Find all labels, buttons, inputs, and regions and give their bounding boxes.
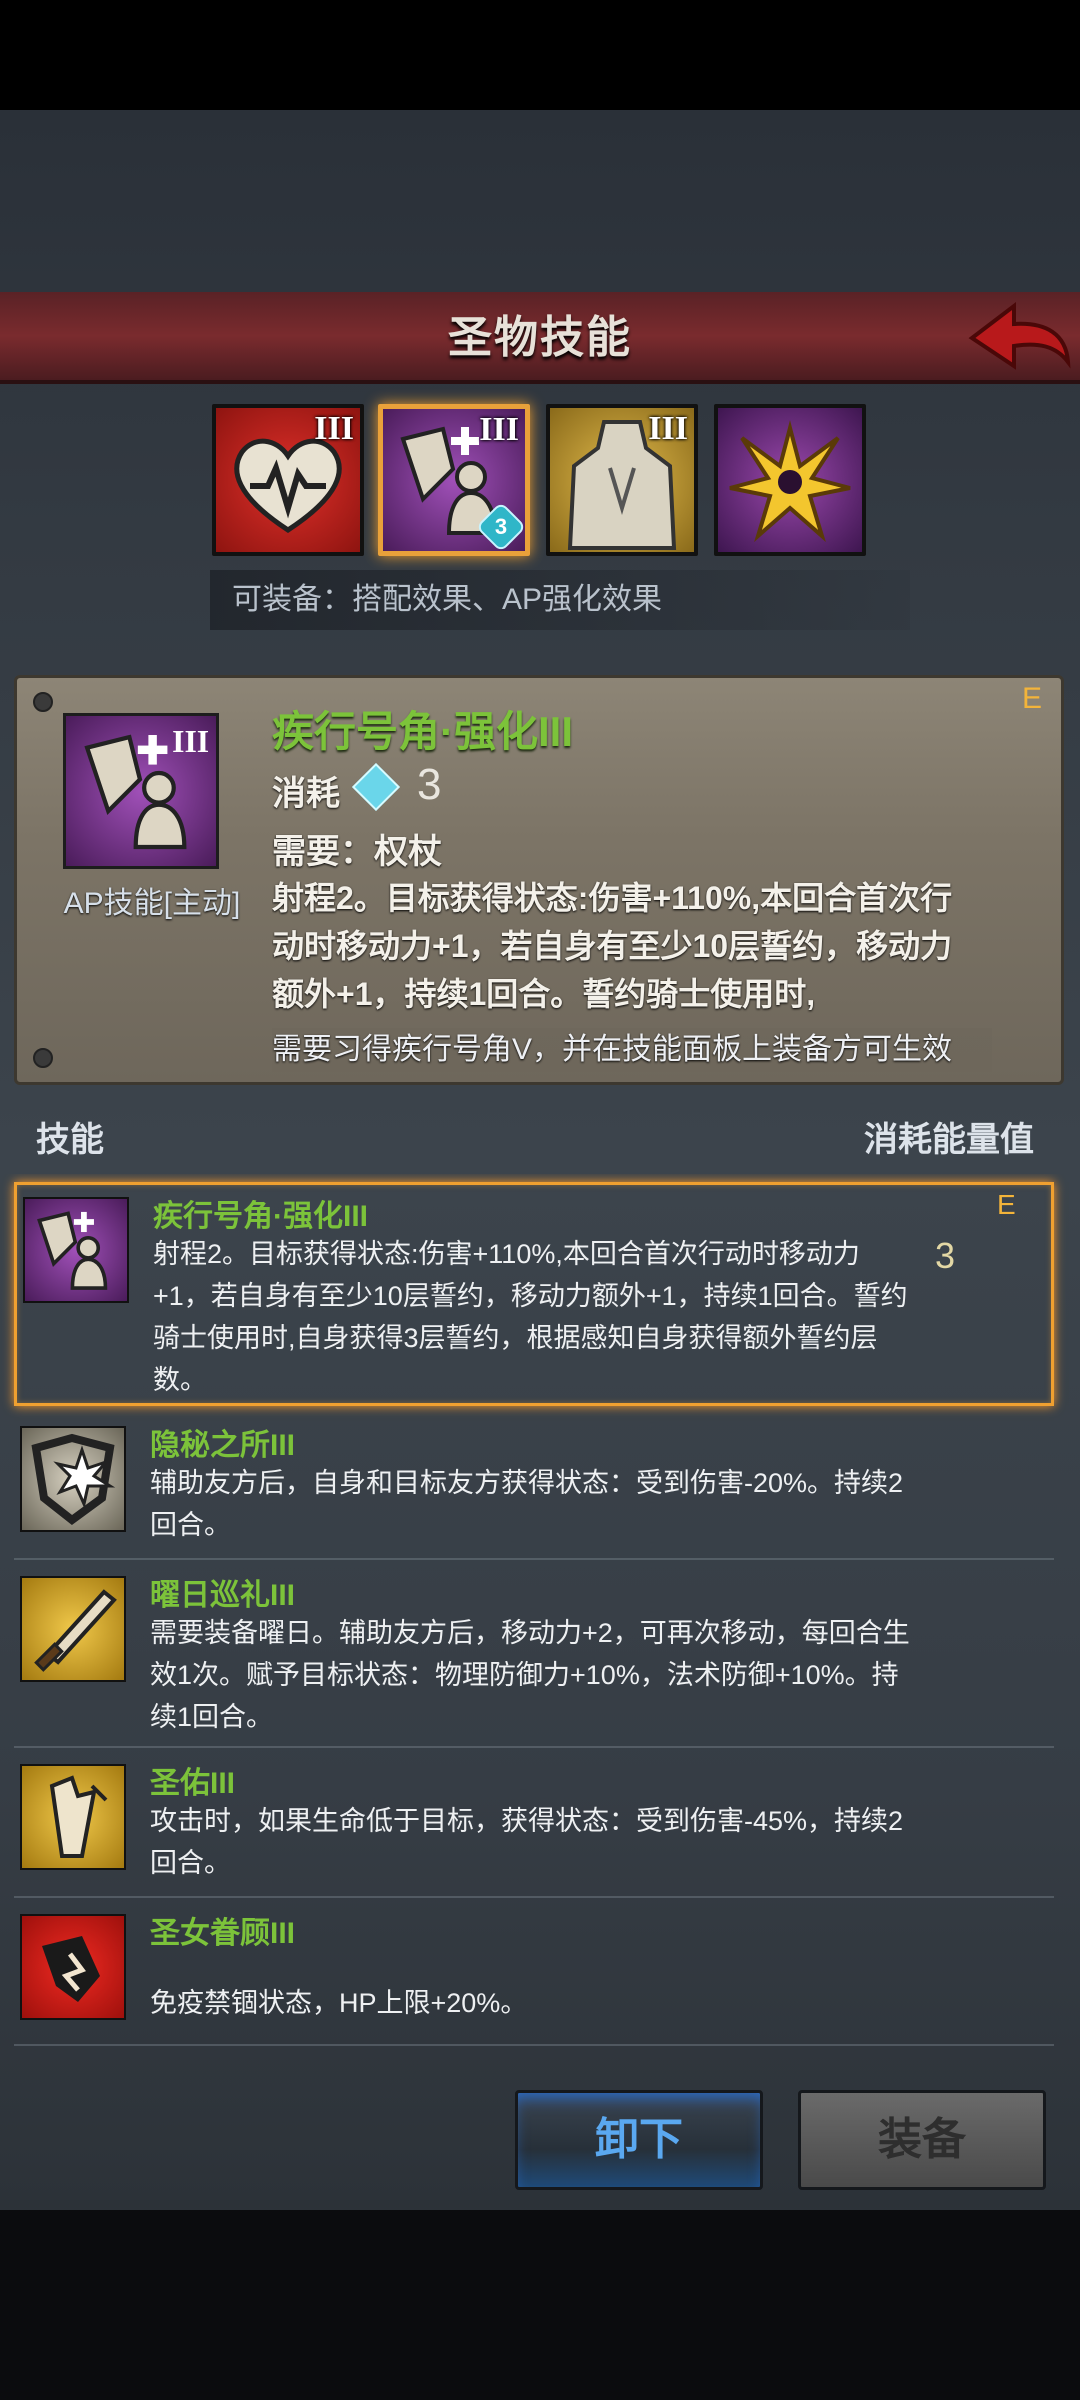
skill-row[interactable]: 隐秘之所III 辅助友方后，自身和目标友方获得状态：受到伤害-20%。持续2回合… <box>14 1414 1054 1560</box>
skill-row[interactable]: 圣佑III 攻击时，如果生命低于目标，获得状态：受到伤害-45%，持续2回合。 <box>14 1752 1054 1898</box>
equip-hint-text: 可装备：搭配效果、AP强化效果 <box>210 570 910 630</box>
cost-label: 消耗 <box>272 775 340 813</box>
requirement-text: 需要：权杖 <box>272 833 442 871</box>
page-title: 圣物技能 <box>448 313 632 362</box>
skill-description: 射程2。目标获得状态:伤害+110%,本回合首次行动时移动力+1，若自身有至少1… <box>153 1239 908 1395</box>
skill-note: 需要习得疾行号角V，并在技能面板上装备方可生效 <box>272 1028 992 1072</box>
skill-name: 圣女眷顾III <box>150 1917 296 1950</box>
navigation-bar-area <box>0 2210 1080 2400</box>
horn-knight-icon: III <box>63 713 219 869</box>
skill-description[interactable]: 射程2。目标获得状态:伤害+110%,本回合首次行动时移动力+1，若自身有至少1… <box>272 874 972 1034</box>
back-arrow-icon[interactable] <box>968 300 1072 380</box>
column-energy-cost: 消耗能量值 <box>864 1121 1034 1159</box>
skill-list[interactable]: 疾行号角·强化III 射程2。目标获得状态:伤害+110%,本回合首次行动时移动… <box>0 1174 1080 2054</box>
cost-value: 3 <box>417 760 442 809</box>
skill-list-header: 技能 消耗能量值 <box>0 1100 1080 1170</box>
skill-detail-card: III AP技能[主动] 疾行号角·强化III E 消耗 3 需要：权杖 射程2… <box>14 675 1064 1085</box>
skill-description: 攻击时，如果生命低于目标，获得状态：受到伤害-45%，持续2回合。 <box>150 1806 904 1878</box>
relic-rank: III <box>648 410 688 447</box>
sun-sword-icon <box>20 1576 126 1682</box>
relic-rank: III <box>314 410 354 447</box>
skill-grade: E <box>1022 682 1043 715</box>
skill-row[interactable]: 圣女眷顾III 免疫禁锢状态，HP上限+20%。 <box>14 1902 1054 2046</box>
relic-slot-stone-knight[interactable]: III <box>546 404 698 556</box>
skill-description: 需要装备曜日。辅助友方后，移动力+2，可再次移动，每回合生效1次。赋予目标状态：… <box>150 1618 910 1732</box>
relic-slot-golden-sun[interactable] <box>714 404 866 556</box>
skill-type-label: AP技能[主动] <box>63 887 241 920</box>
svg-text:III: III <box>172 724 209 759</box>
unequip-button[interactable]: 卸下 <box>515 2090 763 2190</box>
column-skill: 技能 <box>36 1121 104 1159</box>
skill-name: 圣佑III <box>150 1767 236 1800</box>
hidden-shield-icon <box>20 1426 126 1532</box>
energy-gem-icon <box>351 762 401 812</box>
rivet <box>33 692 53 712</box>
equip-button[interactable]: 装备 <box>798 2090 1046 2190</box>
skill-grade: E <box>997 1189 1016 1220</box>
golden-sun-icon <box>729 420 851 543</box>
relic-rank: III <box>479 411 519 448</box>
header-bar: 圣物技能 <box>0 292 1080 384</box>
skill-row[interactable]: 曜日巡礼III 需要装备曜日。辅助友方后，移动力+2，可再次移动，每回合生效1次… <box>14 1564 1054 1748</box>
skill-description: 辅助友方后，自身和目标友方获得状态：受到伤害-20%。持续2回合。 <box>150 1468 904 1540</box>
saint-favor-icon <box>20 1914 126 2020</box>
skill-name: 疾行号角·强化III <box>272 708 573 755</box>
relic-slot-horn[interactable]: III 3 <box>378 404 530 556</box>
skill-row[interactable]: 疾行号角·强化III 射程2。目标获得状态:伤害+110%,本回合首次行动时移动… <box>14 1182 1054 1406</box>
horn-knight-icon <box>23 1197 129 1303</box>
skill-name: 曜日巡礼III <box>150 1579 296 1612</box>
skill-cost: 3 <box>935 1235 956 1276</box>
holy-blessing-icon <box>20 1764 126 1870</box>
skill-name: 疾行号角·强化III <box>153 1200 368 1233</box>
skill-name: 隐秘之所III <box>150 1429 296 1462</box>
status-bar-area <box>0 0 1080 110</box>
relic-slot-heart[interactable]: III <box>212 404 364 556</box>
skill-description: 免疫禁锢状态，HP上限+20%。 <box>150 1988 528 2018</box>
rivet <box>33 1048 53 1068</box>
